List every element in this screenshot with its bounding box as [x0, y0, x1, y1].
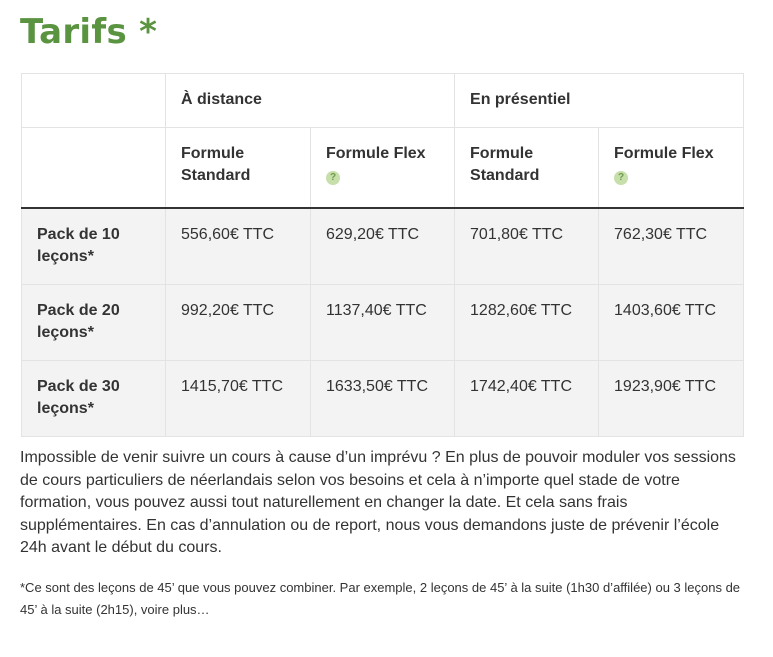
header-formula-label: Formule Standard	[470, 145, 540, 184]
table-header-row-groups: À distance En présentiel	[21, 73, 745, 128]
row-label: Pack de 20 leçons*	[21, 284, 166, 361]
price-cell: 1923,90€ TTC	[598, 360, 745, 437]
pricing-table: À distance En présentiel Formule Standar…	[21, 73, 745, 437]
price-cell: 762,30€ TTC	[598, 207, 745, 285]
table-row: Pack de 30 leçons* 1415,70€ TTC 1633,50€…	[21, 360, 745, 437]
price-cell: 1282,60€ TTC	[454, 284, 600, 361]
page-title: Tarifs *	[20, 12, 158, 52]
header-distance-flex: Formule Flex ?	[309, 127, 456, 209]
table-row: Pack de 20 leçons* 992,20€ TTC 1137,40€ …	[21, 284, 745, 361]
header-group-presentiel: En présentiel	[454, 73, 745, 128]
page: Tarifs * À distance En présentiel Formul…	[0, 0, 773, 657]
header-group-distance: À distance	[164, 73, 456, 128]
price-cell: 701,80€ TTC	[454, 207, 600, 285]
header-formula-label: Formule Flex	[326, 145, 426, 162]
header-distance-standard: Formule Standard	[165, 127, 311, 209]
header-empty-cell	[21, 73, 166, 128]
header-presentiel-standard: Formule Standard	[454, 127, 600, 209]
help-icon[interactable]: ?	[614, 170, 629, 185]
header-formula-label: Formule Standard	[181, 145, 251, 184]
help-icon[interactable]: ?	[326, 170, 340, 185]
price-cell: 1742,40€ TTC	[454, 360, 600, 437]
row-label: Pack de 10 leçons*	[21, 207, 166, 285]
price-cell: 1415,70€ TTC	[165, 360, 311, 437]
intro-paragraph: Impossible de venir suivre un cours à ca…	[20, 449, 736, 556]
header-formula-label: Formule Flex	[614, 145, 714, 162]
header-empty-cell	[21, 127, 166, 209]
price-cell: 1403,60€ TTC	[598, 284, 745, 361]
footnote: *Ce sont des leçons de 45’ que vous pouv…	[20, 580, 741, 617]
price-cell: 556,60€ TTC	[165, 207, 311, 285]
header-presentiel-flex: Formule Flex ?	[598, 127, 745, 209]
table-row: Pack de 10 leçons* 556,60€ TTC 629,20€ T…	[21, 207, 745, 285]
row-label: Pack de 30 leçons*	[21, 360, 166, 437]
price-cell: 992,20€ TTC	[165, 284, 311, 361]
price-cell: 1137,40€ TTC	[309, 284, 456, 361]
table-header-row-formulas: Formule Standard Formule Flex ? Formule …	[21, 127, 745, 209]
price-cell: 1633,50€ TTC	[309, 360, 456, 437]
price-cell: 629,20€ TTC	[309, 207, 456, 285]
